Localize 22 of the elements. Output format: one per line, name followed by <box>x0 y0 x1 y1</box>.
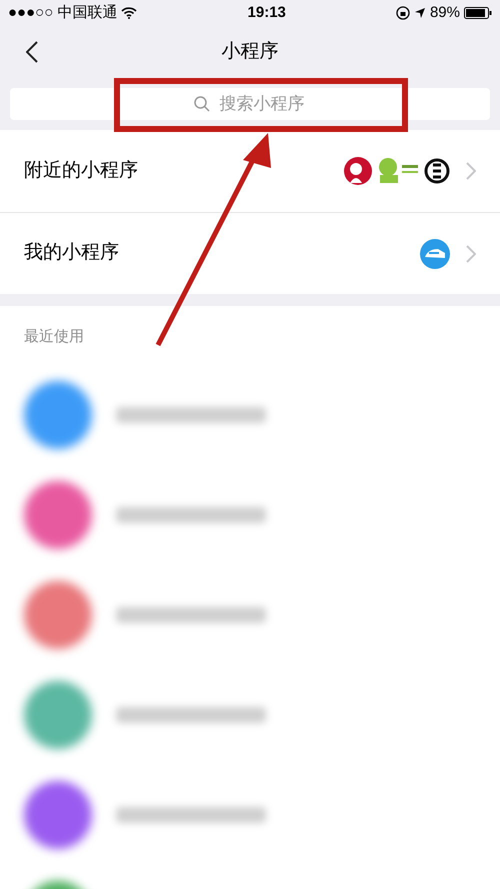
clock-text: 19:13 <box>248 2 286 23</box>
location-arrow-icon <box>414 7 426 19</box>
search-field[interactable]: 搜索小程序 <box>10 88 490 120</box>
page-title: 小程序 <box>222 40 278 64</box>
chevron-right-icon <box>466 162 476 180</box>
row-label: 附近的小程序 <box>24 158 138 183</box>
train-logo-icon <box>420 238 450 268</box>
chevron-right-icon <box>466 244 476 262</box>
rotation-lock-icon <box>396 6 410 20</box>
menu-row[interactable]: 我的小程序 <box>0 212 500 294</box>
battery-percent-text: 89% <box>430 2 460 23</box>
menu-row[interactable]: 附近的小程序 <box>0 130 500 212</box>
back-icon <box>26 41 38 63</box>
courier-logo-icon <box>424 157 450 185</box>
battery-icon <box>464 7 492 19</box>
row-label: 我的小程序 <box>24 241 119 266</box>
section-heading: 最近使用 <box>23 327 85 347</box>
restaurant-logo-icon <box>344 157 372 185</box>
search-icon <box>194 96 210 112</box>
tree-logo-icon <box>376 157 420 185</box>
wifi-icon <box>121 7 138 19</box>
carrier-text: ●●●○○ 中国联通 <box>8 2 118 23</box>
